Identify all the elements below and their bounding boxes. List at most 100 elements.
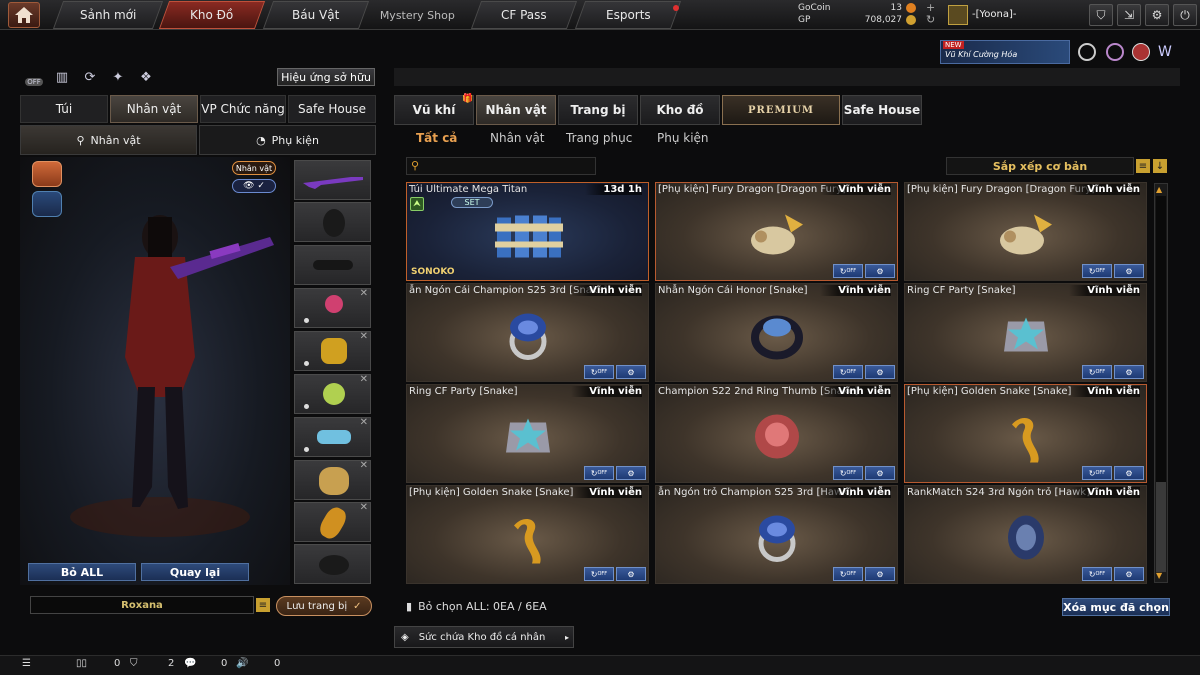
- menu-list-icon[interactable]: ≡: [256, 598, 270, 612]
- equip-slot-head[interactable]: [294, 202, 371, 242]
- promo-banner[interactable]: NEW Vũ Khí Cường Hóa: [940, 40, 1070, 64]
- reset-all-button[interactable]: Bỏ ALL: [28, 563, 136, 581]
- speaker-icon[interactable]: 🔊: [236, 658, 248, 669]
- nav-tab-cf-pass[interactable]: CF Pass: [470, 1, 578, 29]
- toggle-off-icon[interactable]: ↻ OFF: [1082, 264, 1112, 278]
- settings-gear-icon[interactable]: ⚙: [865, 264, 895, 278]
- list-view-icon[interactable]: ≡: [1136, 159, 1150, 173]
- character-badge[interactable]: Nhân vật: [232, 161, 276, 175]
- player-name[interactable]: -[Yoona]-: [972, 9, 1017, 20]
- item-card[interactable]: [Phụ kiện] Fury Dragon [Dragon Fury] Vĩnh…: [904, 182, 1147, 281]
- equip-slot-accessory-6[interactable]: ✕: [294, 502, 371, 542]
- toggle-off-icon[interactable]: ↻ OFF: [1082, 365, 1112, 379]
- remove-x-icon[interactable]: ✕: [360, 460, 368, 471]
- nav-tab-inventory[interactable]: Kho Đồ: [158, 1, 266, 29]
- left-tab-bag[interactable]: Túi: [20, 95, 108, 123]
- toggle-off-icon[interactable]: ↻ OFF: [584, 365, 614, 379]
- right-tab-premium[interactable]: PREMIUM: [722, 95, 840, 125]
- personal-storage-capacity[interactable]: ◈ Sức chứa Kho đồ cá nhân ▸: [394, 626, 574, 648]
- equip-slot-accessory-3[interactable]: ✕: [294, 374, 371, 414]
- settings-gear-icon[interactable]: ⚙: [616, 567, 646, 581]
- exit-room-icon[interactable]: ⇲: [1117, 4, 1141, 26]
- sort-dropdown[interactable]: Sắp xếp cơ bản: [946, 157, 1134, 175]
- settings-gear-icon[interactable]: ⚙: [1114, 567, 1144, 581]
- w-logo-icon[interactable]: W: [1158, 44, 1172, 60]
- character-preview[interactable]: Nhân vật 👁 ✓: [20, 157, 290, 585]
- nav-tab-esports[interactable]: Esports: [574, 1, 682, 29]
- remove-x-icon[interactable]: ✕: [360, 502, 368, 513]
- item-card[interactable]: [Phụ kiện] Golden Snake [Snake] Vĩnh viễn…: [904, 384, 1147, 483]
- toggle-off-icon[interactable]: ↻ OFF: [1082, 466, 1112, 480]
- item-card[interactable]: Ring CF Party [Snake] Vĩnh viễn ↻ OFF ⚙: [406, 384, 649, 483]
- pet-icon[interactable]: ❖: [136, 68, 156, 86]
- target-icon[interactable]: [1106, 43, 1124, 61]
- power-icon[interactable]: ⏻: [1173, 4, 1197, 26]
- left-tab-character[interactable]: Nhân vật: [110, 95, 198, 123]
- toggle-off-icon[interactable]: ↻ OFF: [833, 264, 863, 278]
- item-card[interactable]: [Phụ kiện] Fury Dragon [Dragon Fury] Vĩnh…: [655, 182, 898, 281]
- subtab-accessory[interactable]: ◔ Phụ kiện: [199, 125, 376, 155]
- settings-gear-icon[interactable]: ⚙: [865, 567, 895, 581]
- toggle-off-icon[interactable]: ↻ OFF: [833, 466, 863, 480]
- nav-tab-lobby[interactable]: Sảnh mới: [52, 1, 164, 29]
- filter-accessory[interactable]: Phụ kiện: [657, 129, 709, 147]
- save-equipment-button[interactable]: Lưu trang bị ✓: [276, 596, 372, 616]
- filter-costume[interactable]: Trang phục: [566, 129, 632, 147]
- subtab-character[interactable]: ⚲ Nhân vật: [20, 125, 197, 155]
- filter-character[interactable]: Nhân vật: [490, 129, 545, 147]
- toggle-off-icon[interactable]: ↻ OFF: [1082, 567, 1112, 581]
- toggle-off-icon[interactable]: ↻ OFF: [833, 567, 863, 581]
- refresh-icon[interactable]: ↻: [926, 13, 935, 26]
- search-input[interactable]: ⚲: [406, 157, 596, 175]
- v-badge-icon[interactable]: [1078, 43, 1096, 61]
- remove-x-icon[interactable]: ✕: [360, 331, 368, 342]
- remove-x-icon[interactable]: ✕: [360, 417, 368, 428]
- clear-selected-button[interactable]: Xóa mục đã chọn: [1062, 598, 1170, 616]
- equip-slot-accessory-1[interactable]: ✕: [294, 288, 371, 328]
- settings-gear-icon[interactable]: ⚙: [865, 466, 895, 480]
- equip-slot-eyewear[interactable]: [294, 245, 371, 285]
- item-card[interactable]: Túi Ultimate Mega Titan 13d 1h ⮝ SET SONOKO: [406, 182, 649, 281]
- toggle-off-icon[interactable]: ↻ OFF: [833, 365, 863, 379]
- team-switch-icon[interactable]: [32, 191, 62, 217]
- item-card[interactable]: Champion S22 2nd Ring Thumb [Snake] Vĩnh …: [655, 384, 898, 483]
- item-card[interactable]: ẫn Ngón Cái Champion S25 3rd [Snake] Vĩnh…: [406, 283, 649, 382]
- equip-slot-accessory-7[interactable]: [294, 544, 371, 584]
- settings-gear-icon[interactable]: ⚙: [1145, 4, 1169, 26]
- scrollbar-track[interactable]: [1156, 196, 1166, 482]
- remove-x-icon[interactable]: ✕: [360, 374, 368, 385]
- nav-tab-mystery-shop[interactable]: Mystery Shop: [367, 1, 469, 29]
- toggle-off-icon[interactable]: ↻ OFF: [584, 567, 614, 581]
- friends-icon[interactable]: ▯▯: [76, 658, 87, 669]
- item-card[interactable]: Nhẫn Ngón Cái Honor [Snake] Vĩnh viễn ↻ OFF…: [655, 283, 898, 382]
- fire-emblem-icon[interactable]: [1132, 43, 1150, 61]
- item-card[interactable]: ẫn Ngón trỏ Champion S25 3rd [Hawk] Vĩnh …: [655, 485, 898, 584]
- brute-class-icon[interactable]: [32, 161, 62, 187]
- settings-gear-icon[interactable]: ⚙: [1114, 264, 1144, 278]
- item-card[interactable]: [Phụ kiện] Golden Snake [Snake] Vĩnh viễn…: [406, 485, 649, 584]
- back-button[interactable]: Quay lại: [141, 563, 249, 581]
- settings-gear-icon[interactable]: ⚙: [1114, 466, 1144, 480]
- item-card[interactable]: RankMatch S24 3rd Ngón trỏ [Hawk] Vĩnh vi…: [904, 485, 1147, 584]
- settings-gear-icon[interactable]: ⚙: [616, 365, 646, 379]
- off-toggle-icon[interactable]: OFF: [24, 68, 44, 86]
- settings-gear-icon[interactable]: ⚙: [616, 466, 646, 480]
- pose-icon[interactable]: ✦: [108, 68, 128, 86]
- filter-all[interactable]: Tất cả: [416, 129, 457, 147]
- scroll-down-icon[interactable]: ▼: [1156, 571, 1162, 580]
- menu-lines-icon[interactable]: ☰: [22, 658, 31, 669]
- rotate-view-icon[interactable]: ⟳: [80, 68, 100, 86]
- equip-slot-accessory-5[interactable]: ✕: [294, 460, 371, 500]
- home-button[interactable]: [8, 2, 40, 28]
- left-tab-vp-function[interactable]: VP Chức năng: [200, 95, 286, 123]
- ownership-effect-button[interactable]: Hiệu ứng sở hữu: [277, 68, 375, 86]
- scrollbar-thumb[interactable]: [1156, 482, 1166, 572]
- view-eye-toggle[interactable]: 👁 ✓: [232, 179, 276, 193]
- clan-shield-icon[interactable]: ⛉: [130, 658, 138, 669]
- shield-icon[interactable]: ⛉: [1089, 4, 1113, 26]
- right-tab-equipment[interactable]: Trang bị: [558, 95, 638, 125]
- settings-gear-icon[interactable]: ⚙: [1114, 365, 1144, 379]
- equip-slot-accessory-4[interactable]: ✕: [294, 417, 371, 457]
- character-name-field[interactable]: Roxana: [30, 596, 254, 614]
- equip-slot-accessory-2[interactable]: ✕: [294, 331, 371, 371]
